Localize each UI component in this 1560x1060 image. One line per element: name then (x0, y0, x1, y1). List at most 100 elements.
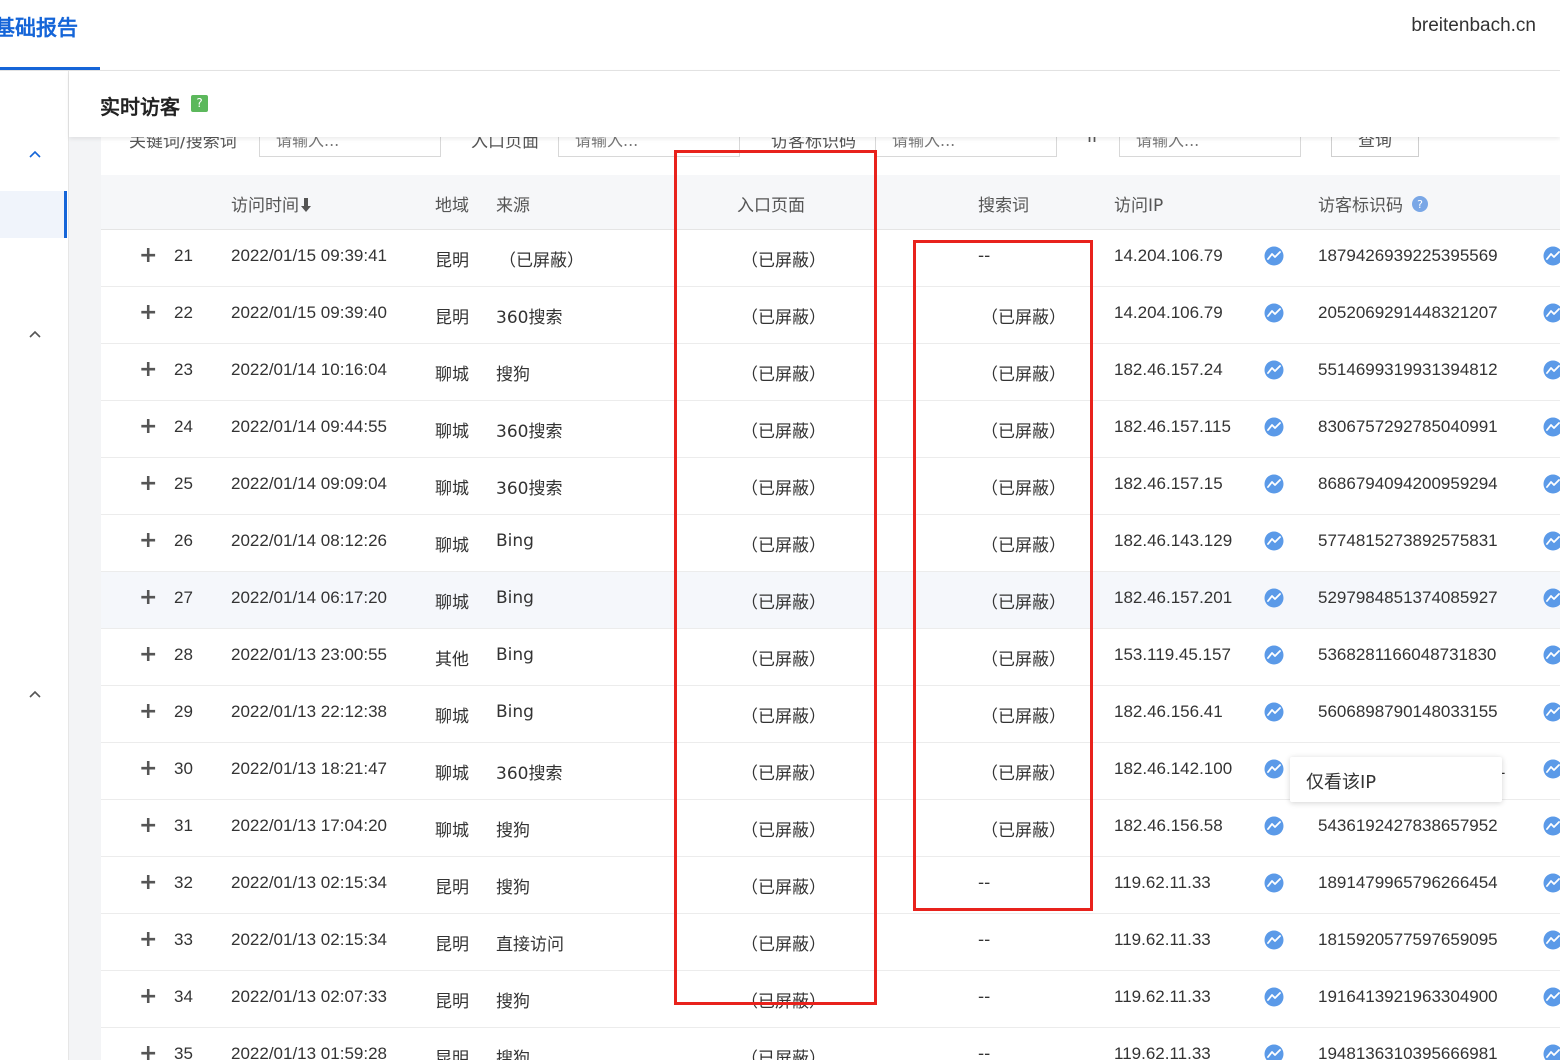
source[interactable]: 搜狗 (496, 360, 530, 385)
table-row[interactable]: +21 2022/01/15 09:39:41 昆明 （已屏蔽） （已屏蔽） -- 14.2… (101, 230, 1560, 287)
expand-row-icon[interactable]: + (139, 530, 157, 552)
visitor-id[interactable]: 5368281166048731830 (1318, 645, 1496, 665)
table-row[interactable]: +25 2022/01/14 09:09:04 聊城 360搜索 （已屏蔽） （已屏蔽） 1… (101, 458, 1560, 515)
trend-chart-icon[interactable] (1543, 531, 1560, 551)
trend-chart-icon[interactable] (1543, 930, 1560, 950)
trend-chart-icon[interactable] (1264, 645, 1284, 665)
entry-page[interactable]: （已屏蔽） (741, 474, 826, 499)
source[interactable]: 直接访问 (496, 930, 564, 955)
expand-row-icon[interactable]: + (139, 701, 157, 723)
trend-chart-icon[interactable] (1264, 930, 1284, 950)
trend-chart-icon[interactable] (1543, 873, 1560, 893)
visitor-ip[interactable]: 182.46.143.129 (1114, 531, 1232, 551)
table-row[interactable]: +29 2022/01/13 22:12:38 聊城 Bing （已屏蔽） （已屏蔽） 18… (101, 686, 1560, 743)
keyword-input[interactable]: 请输入... (259, 137, 441, 157)
entry-page[interactable]: （已屏蔽） (741, 246, 826, 271)
trend-chart-icon[interactable] (1264, 531, 1284, 551)
expand-row-icon[interactable]: + (139, 815, 157, 837)
source[interactable]: 360搜索 (496, 474, 562, 499)
visitor-ip[interactable]: 182.46.156.58 (1114, 816, 1223, 836)
visitor-ip[interactable]: 14.204.106.79 (1114, 246, 1223, 266)
entry-page[interactable]: （已屏蔽） (741, 930, 826, 955)
visitor-ip[interactable]: 182.46.156.41 (1114, 702, 1223, 722)
visitor-id[interactable]: 5606898790148033155 (1318, 702, 1498, 722)
expand-row-icon[interactable]: + (139, 1043, 157, 1060)
trend-chart-icon[interactable] (1264, 987, 1284, 1007)
trend-chart-icon[interactable] (1543, 816, 1560, 836)
visitor-ip[interactable]: 119.62.11.33 (1114, 873, 1211, 893)
trend-chart-icon[interactable] (1264, 873, 1284, 893)
trend-chart-icon[interactable] (1264, 303, 1284, 323)
trend-chart-icon[interactable] (1264, 1044, 1284, 1060)
table-row[interactable]: +24 2022/01/14 09:44:55 聊城 360搜索 （已屏蔽） （已屏蔽） 1… (101, 401, 1560, 458)
visitor-ip[interactable]: 153.119.45.157 (1114, 645, 1231, 665)
visitor-id[interactable]: 1948136310395666981 (1318, 1044, 1498, 1060)
source[interactable]: Bing (496, 645, 534, 665)
visitor-ip[interactable]: 119.62.11.33 (1114, 987, 1211, 1007)
trend-chart-icon[interactable] (1543, 474, 1560, 494)
expand-row-icon[interactable]: + (139, 359, 157, 381)
trend-chart-icon[interactable] (1264, 816, 1284, 836)
entry-page[interactable]: （已屏蔽） (741, 987, 826, 1012)
visitor-id[interactable]: 1891479965796266454 (1318, 873, 1498, 893)
query-button[interactable]: 查询 (1331, 137, 1419, 157)
expand-row-icon[interactable]: + (139, 587, 157, 609)
trend-chart-icon[interactable] (1543, 360, 1560, 380)
source[interactable]: Bing (496, 702, 534, 722)
expand-row-icon[interactable]: + (139, 302, 157, 324)
source[interactable]: Bing (496, 531, 534, 551)
expand-row-icon[interactable]: + (139, 416, 157, 438)
expand-row-icon[interactable]: + (139, 644, 157, 666)
source[interactable]: 360搜索 (496, 303, 562, 328)
source[interactable]: 360搜索 (496, 759, 562, 784)
expand-row-icon[interactable]: + (139, 473, 157, 495)
source[interactable]: 搜狗 (496, 1044, 530, 1060)
trend-chart-icon[interactable] (1543, 246, 1560, 266)
entry-page-input[interactable]: 请输入... (558, 137, 740, 157)
expand-row-icon[interactable]: + (139, 245, 157, 267)
entry-page[interactable]: （已屏蔽） (741, 816, 826, 841)
table-row[interactable]: +32 2022/01/13 02:15:34 昆明 搜狗 （已屏蔽） -- 119.62.… (101, 857, 1560, 914)
trend-chart-icon[interactable] (1543, 303, 1560, 323)
visitor-ip[interactable]: 182.46.142.100 (1114, 759, 1232, 779)
visitor-id[interactable]: 2052069291448321207 (1318, 303, 1498, 323)
sidebar-active-item[interactable] (0, 191, 67, 238)
source[interactable]: 360搜索 (496, 417, 562, 442)
source[interactable]: （已屏蔽） (499, 246, 584, 271)
entry-page[interactable]: （已屏蔽） (741, 759, 826, 784)
trend-chart-icon[interactable] (1543, 645, 1560, 665)
expand-row-icon[interactable]: + (139, 986, 157, 1008)
trend-chart-icon[interactable] (1264, 759, 1284, 779)
chevron-up-icon[interactable] (28, 687, 42, 701)
entry-page[interactable]: （已屏蔽） (741, 1044, 826, 1060)
chevron-up-icon[interactable] (28, 327, 42, 341)
trend-chart-icon[interactable] (1543, 1044, 1560, 1060)
trend-chart-icon[interactable] (1543, 759, 1560, 779)
entry-page[interactable]: （已屏蔽） (741, 531, 826, 556)
trend-chart-icon[interactable] (1264, 588, 1284, 608)
question-icon[interactable]: ? (1411, 195, 1429, 213)
visitor-ip[interactable]: 182.46.157.201 (1114, 588, 1232, 608)
source[interactable]: 搜狗 (496, 987, 530, 1012)
entry-page[interactable]: （已屏蔽） (741, 360, 826, 385)
source[interactable]: 搜狗 (496, 873, 530, 898)
ip-input[interactable]: 请输入... (1119, 137, 1301, 157)
table-row[interactable]: +27 2022/01/14 06:17:20 聊城 Bing （已屏蔽） （已屏蔽） 18… (101, 572, 1560, 629)
trend-chart-icon[interactable] (1264, 360, 1284, 380)
entry-page[interactable]: （已屏蔽） (741, 645, 826, 670)
source[interactable]: 搜狗 (496, 816, 530, 841)
chevron-up-icon[interactable] (28, 147, 42, 161)
brand-title[interactable]: 基础报告 (0, 12, 78, 42)
entry-page[interactable]: （已屏蔽） (741, 417, 826, 442)
visitor-ip[interactable]: 182.46.157.24 (1114, 360, 1223, 380)
visitor-id[interactable]: 5436192427838657952 (1318, 816, 1498, 836)
table-row[interactable]: +23 2022/01/14 10:16:04 聊城 搜狗 （已屏蔽） （已屏蔽） 182.… (101, 344, 1560, 401)
trend-chart-icon[interactable] (1543, 702, 1560, 722)
expand-row-icon[interactable]: + (139, 872, 157, 894)
trend-chart-icon[interactable] (1264, 474, 1284, 494)
table-row[interactable]: +26 2022/01/14 08:12:26 聊城 Bing （已屏蔽） （已屏蔽） 18… (101, 515, 1560, 572)
trend-chart-icon[interactable] (1264, 246, 1284, 266)
visitor-id[interactable]: 1815920577597659095 (1318, 930, 1498, 950)
table-row[interactable]: +31 2022/01/13 17:04:20 聊城 搜狗 （已屏蔽） （已屏蔽） 182.… (101, 800, 1560, 857)
visitor-ip[interactable]: 119.62.11.33 (1114, 930, 1211, 950)
